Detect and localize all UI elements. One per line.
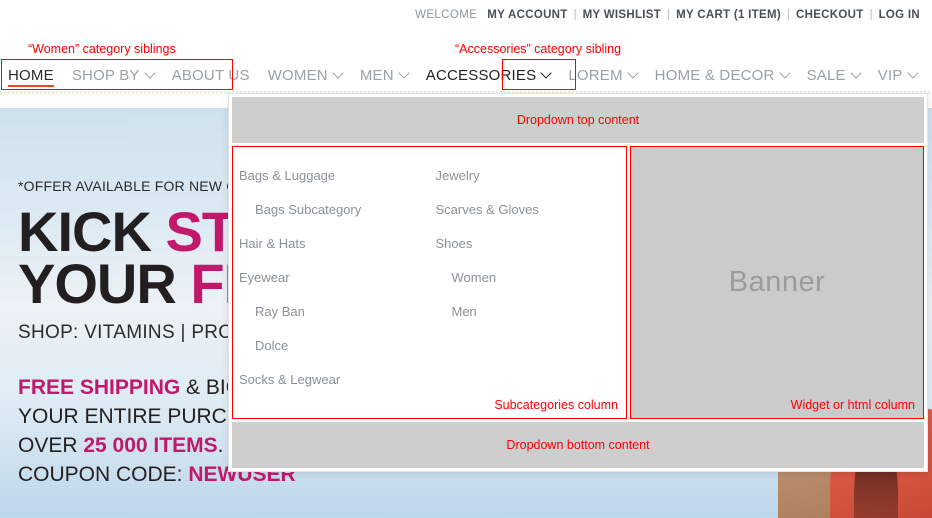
utility-separator: | [573, 9, 577, 21]
chevron-down-icon [334, 69, 342, 77]
nav-item-vip-label: VIP [877, 66, 903, 84]
list-item[interactable]: Hair & Hats [237, 227, 430, 261]
annotation-accessories-sibling: “Accessories” category sibling [455, 42, 622, 56]
nav-item-accessories[interactable]: ACCESSORIES [417, 58, 560, 92]
chevron-down-icon [400, 69, 408, 77]
list-item[interactable]: Men [434, 295, 627, 329]
utility-separator: | [869, 9, 873, 21]
chevron-down-icon [542, 69, 550, 77]
annotation-women-siblings: “Women” category siblings [28, 42, 176, 56]
chevron-down-icon [852, 69, 860, 77]
link-log-in[interactable]: LOG IN [879, 9, 920, 21]
list-item[interactable]: Dolce [237, 329, 430, 363]
banner-placeholder-text: Banner [728, 266, 826, 298]
chevron-down-icon [781, 69, 789, 77]
link-my-wishlist[interactable]: MY WISHLIST [583, 9, 661, 21]
nav-item-men[interactable]: MEN [351, 58, 417, 92]
list-item[interactable]: Jewelry [434, 159, 627, 193]
nav-item-about-us[interactable]: ABOUT US [163, 58, 259, 92]
nav-item-men-label: MEN [359, 66, 394, 84]
nav-item-home-and-decor-label: HOME & DECOR [654, 66, 775, 84]
link-checkout[interactable]: CHECKOUT [796, 9, 864, 21]
chevron-down-icon [909, 69, 917, 77]
nav-item-sale[interactable]: SALE [798, 58, 869, 92]
list-item[interactable]: Bags Subcategory [237, 193, 430, 227]
hero-promo-coupon-label: COUPON CODE: [18, 463, 189, 487]
dropdown-bottom-content: Dropdown bottom content [232, 422, 924, 468]
chevron-down-icon [629, 69, 637, 77]
hero-promo-item-count: 25 000 ITEMS [83, 434, 218, 458]
utility-separator: | [667, 9, 671, 21]
hero-promo-line3-pre: OVER [18, 434, 84, 458]
nav-item-shop-by[interactable]: SHOP BY [63, 58, 163, 92]
subcategories-column-caption: Subcategories column [494, 398, 618, 412]
list-item[interactable]: Ray Ban [237, 295, 430, 329]
page-root: *OFFER AVAILABLE FOR NEW CUSTOMERS ONLY … [0, 0, 932, 518]
nav-item-about-us-label: ABOUT US [171, 66, 250, 84]
nav-item-vip[interactable]: VIP [869, 58, 926, 92]
nav-item-shop-by-label: SHOP BY [71, 66, 140, 84]
utility-separator: | [787, 9, 790, 21]
widget-column-caption: Widget or html column [790, 398, 915, 412]
widget-column: Banner Widget or html column [630, 146, 924, 419]
nav-item-home-and-decor[interactable]: HOME & DECOR [646, 58, 798, 92]
nav-active-underline [8, 84, 54, 87]
list-item[interactable]: Eyewear [237, 261, 430, 295]
nav-item-lorem-label: LOREM [568, 66, 623, 84]
utility-bar: WELCOME MY ACCOUNT | MY WISHLIST | MY CA… [0, 0, 932, 30]
nav-item-home-label: HOME [8, 66, 54, 84]
hero-headline-line2-dark: YOUR [18, 252, 191, 316]
mega-dropdown: Dropdown top content Bags & Luggage Bags… [228, 93, 928, 472]
list-item[interactable]: Bags & Luggage [237, 159, 430, 193]
subcategories-column: Bags & Luggage Bags Subcategory Hair & H… [232, 146, 627, 419]
hero-promo-line3-post: . [217, 434, 224, 458]
nav-item-home[interactable]: HOME [0, 58, 63, 92]
dropdown-top-content: Dropdown top content [232, 97, 924, 143]
subcategories-right-column: Jewelry Scarves & Gloves Shoes Women Men [430, 159, 627, 397]
subcategories-left-column: Bags & Luggage Bags Subcategory Hair & H… [233, 159, 430, 397]
nav-item-lorem[interactable]: LOREM [559, 58, 645, 92]
nav-item-women[interactable]: WOMEN [259, 58, 351, 92]
dropdown-middle-row: Bags & Luggage Bags Subcategory Hair & H… [232, 143, 924, 422]
list-item[interactable]: Shoes [434, 227, 627, 261]
link-my-cart[interactable]: MY CART (1 ITEM) [676, 9, 781, 21]
nav-item-women-label: WOMEN [267, 66, 328, 84]
hero-promo-free-shipping: FREE SHIPPING [18, 376, 181, 400]
welcome-label: WELCOME [415, 9, 478, 21]
subcategories-grid: Bags & Luggage Bags Subcategory Hair & H… [233, 159, 626, 397]
nav-item-sale-label: SALE [806, 66, 846, 84]
nav-item-accessories-label: ACCESSORIES [425, 66, 537, 84]
list-item[interactable]: Socks & Legwear [237, 363, 430, 397]
main-navigation: HOME SHOP BY ABOUT US WOMEN MEN ACCESSOR… [0, 58, 932, 92]
list-item[interactable]: Scarves & Gloves [434, 193, 627, 227]
link-my-account[interactable]: MY ACCOUNT [487, 9, 567, 21]
chevron-down-icon [146, 69, 154, 77]
list-item[interactable]: Women [434, 261, 627, 295]
